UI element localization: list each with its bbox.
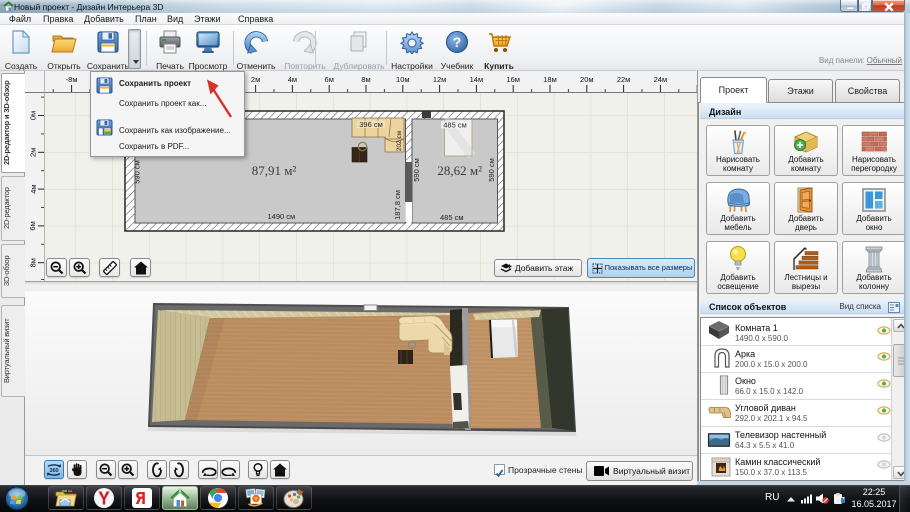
svg-text:20м: 20м bbox=[580, 75, 594, 84]
svg-text:2м: 2м bbox=[29, 148, 38, 157]
svg-text:12м: 12м bbox=[433, 75, 447, 84]
svg-text:360: 360 bbox=[49, 468, 58, 474]
svg-text:590 см: 590 см bbox=[487, 158, 496, 182]
svg-text:187,8 см: 187,8 см bbox=[393, 190, 402, 220]
svg-text:202 см: 202 см bbox=[396, 130, 403, 151]
svg-text:1490 см: 1490 см bbox=[268, 212, 296, 221]
svg-text:590 см: 590 см bbox=[133, 160, 142, 184]
svg-text:22м: 22м bbox=[617, 75, 631, 84]
svg-text:6м: 6м bbox=[28, 221, 37, 230]
svg-text:24м: 24м bbox=[654, 75, 668, 84]
svg-text:16м: 16м bbox=[506, 75, 520, 84]
svg-text:485 см: 485 см bbox=[440, 213, 464, 222]
svg-text:485 см: 485 см bbox=[443, 121, 467, 130]
svg-text:14м: 14м bbox=[470, 75, 484, 84]
svg-text:8м: 8м bbox=[28, 258, 37, 267]
svg-text:0м: 0м bbox=[29, 111, 38, 120]
svg-text:?: ? bbox=[453, 34, 462, 50]
svg-text:28,62 м²: 28,62 м² bbox=[437, 163, 482, 178]
svg-text:396 см: 396 см bbox=[359, 120, 383, 129]
svg-text:18м: 18м bbox=[543, 75, 557, 84]
svg-text:10м: 10м bbox=[396, 75, 410, 84]
svg-text:4м: 4м bbox=[29, 184, 38, 193]
svg-text:87,91 м²: 87,91 м² bbox=[252, 163, 297, 178]
svg-text:590 см: 590 см bbox=[412, 158, 421, 182]
svg-text:-8м: -8м bbox=[66, 75, 78, 84]
svg-text:6м: 6м bbox=[325, 75, 334, 84]
svg-text:8м: 8м bbox=[361, 75, 370, 84]
svg-text:4м: 4м bbox=[288, 75, 297, 84]
svg-text:2м: 2м bbox=[251, 75, 260, 84]
